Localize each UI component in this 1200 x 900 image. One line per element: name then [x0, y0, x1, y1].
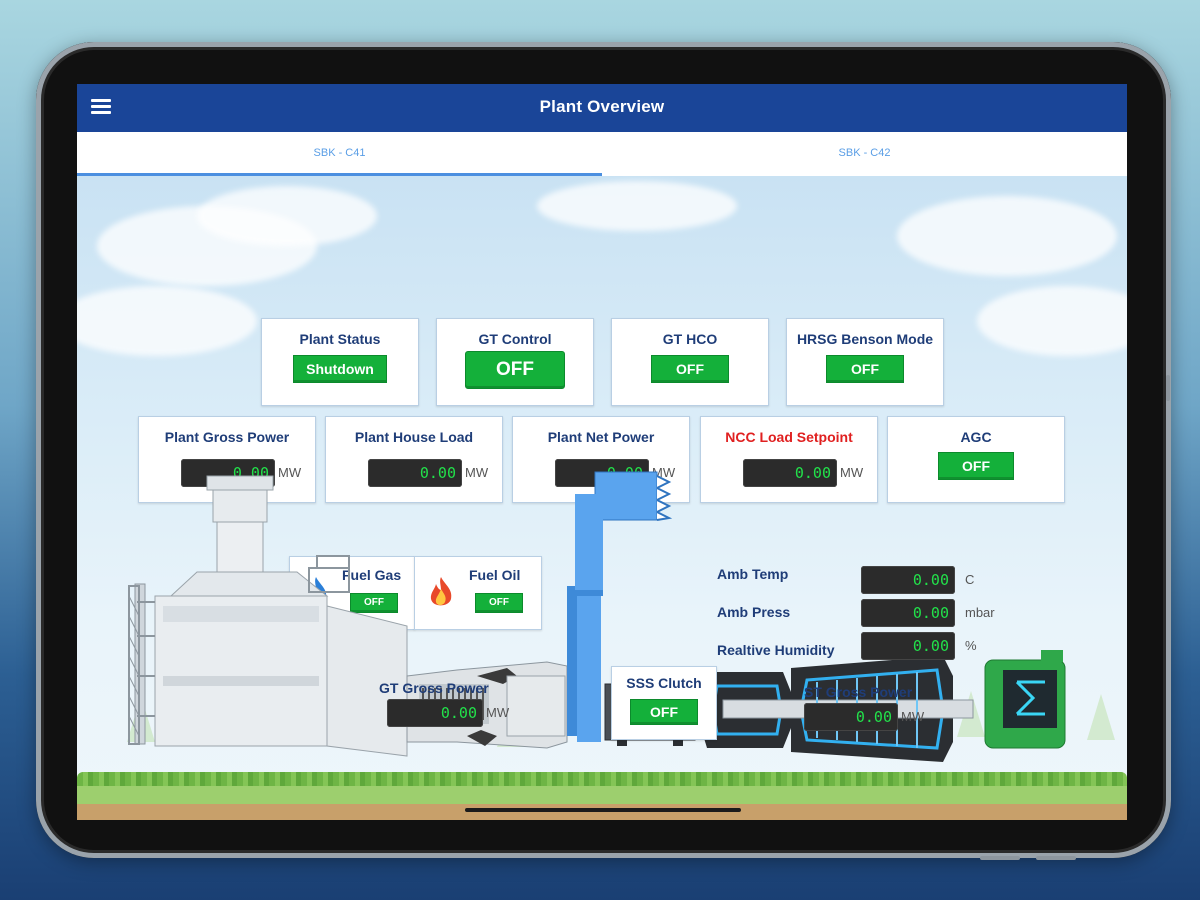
app-bar: Plant Overview	[77, 84, 1127, 132]
amb-temp-unit: C	[965, 572, 975, 587]
page-title: Plant Overview	[539, 97, 665, 116]
st-gross-power-unit: MW	[901, 709, 925, 724]
hrsg-stack	[128, 475, 408, 757]
amb-temp-value: 0.00	[861, 566, 955, 594]
st-gross-power-value: 0.00	[804, 703, 898, 731]
humidity-unit: %	[965, 638, 977, 653]
app-screen: Plant Overview SBK - C41 SBK - C42 Plant…	[77, 84, 1127, 820]
humidity-value: 0.00	[861, 632, 955, 660]
sss-clutch-card: OFF SSS Clutch OFF	[611, 666, 717, 740]
amb-press-unit: mbar	[965, 605, 995, 620]
st-gross-power-label: ST Gross Power	[804, 684, 913, 700]
dirt-strip	[77, 804, 1127, 820]
humidity-label: Realtive Humidity	[717, 642, 835, 658]
sss-clutch-title: SSS Clutch	[626, 675, 702, 691]
ground	[77, 786, 1127, 806]
side-button	[980, 856, 1020, 860]
amb-temp-label: Amb Temp	[717, 566, 789, 582]
side-button	[1166, 375, 1170, 401]
side-button	[1036, 856, 1076, 860]
plant-overview-canvas: Plant Status Shutdown GT Control OFF GT …	[77, 176, 1127, 820]
tab-sbk-c41[interactable]: SBK - C41	[77, 132, 602, 176]
tab-bar: SBK - C41 SBK - C42	[77, 132, 1127, 176]
home-indicator[interactable]	[465, 808, 741, 812]
sss-clutch-button[interactable]: OFF	[630, 699, 698, 725]
tab-sbk-c42[interactable]: SBK - C42	[602, 132, 1127, 176]
gt-gross-power-label: GT Gross Power	[379, 680, 489, 696]
plant-illustration	[128, 471, 1066, 762]
amb-press-label: Amb Press	[717, 604, 791, 620]
gt-gross-power-unit: MW	[486, 705, 510, 720]
gt-gross-power-value: 0.00	[387, 699, 483, 727]
amb-press-value: 0.00	[861, 599, 955, 627]
condenser	[984, 650, 1066, 749]
